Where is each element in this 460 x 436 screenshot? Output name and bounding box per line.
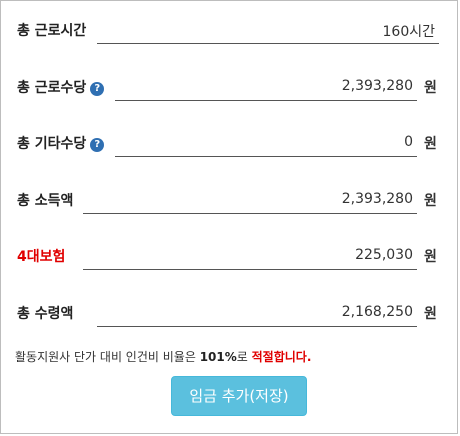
row-total-net-pay: 총 수령액 2,168,250 원: [1, 297, 459, 327]
row-social-insurance: 4대보험 225,030 원: [1, 240, 459, 270]
add-wage-save-button[interactable]: 임금 추가(저장): [171, 376, 307, 416]
total-work-allowance-label-wrap: 총 근로수당?: [17, 77, 105, 97]
total-other-allowance-label: 총 기타수당: [17, 136, 87, 152]
row-total-other-allowance: 총 기타수당? 0 원: [1, 127, 459, 157]
total-work-allowance-value: 2,393,280: [341, 78, 413, 94]
social-insurance-label: 4대보험: [17, 249, 66, 265]
total-other-allowance-value: 0: [404, 134, 413, 150]
total-income-value: 2,393,280: [341, 191, 413, 207]
total-work-hours-label: 총 근로시간: [17, 23, 87, 39]
total-work-allowance-unit: 원: [424, 80, 437, 96]
social-insurance-unit: 원: [424, 249, 437, 265]
total-work-hours-value: 160시간: [382, 24, 435, 40]
total-net-pay-field[interactable]: 2,168,250: [97, 297, 417, 327]
total-other-allowance-label-wrap: 총 기타수당?: [17, 133, 105, 153]
total-work-allowance-label: 총 근로수당: [17, 80, 87, 96]
total-work-hours-field[interactable]: 160시간: [97, 14, 439, 44]
total-work-allowance-field[interactable]: 2,393,280: [115, 71, 417, 101]
total-other-allowance-unit: 원: [424, 136, 437, 152]
ratio-middle: 로: [236, 350, 252, 364]
social-insurance-field[interactable]: 225,030: [83, 240, 417, 270]
total-income-label: 총 소득액: [17, 193, 74, 209]
labor-cost-ratio-message: 활동지원사 단가 대비 인건비 비율은 101%로 적절합니다.: [15, 348, 311, 365]
total-net-pay-value: 2,168,250: [341, 304, 413, 320]
total-net-pay-label: 총 수령액: [17, 306, 74, 322]
ratio-prefix: 활동지원사 단가 대비 인건비 비율은: [15, 350, 200, 364]
total-other-allowance-field[interactable]: 0: [115, 127, 417, 157]
total-income-field[interactable]: 2,393,280: [83, 184, 417, 214]
help-icon[interactable]: ?: [90, 138, 105, 152]
social-insurance-value: 225,030: [355, 247, 413, 263]
row-total-income: 총 소득액 2,393,280 원: [1, 184, 459, 214]
wage-summary-panel: 총 근로시간 160시간 총 근로수당? 2,393,280 원 총 기타수당?…: [0, 0, 458, 434]
total-income-unit: 원: [424, 193, 437, 209]
ratio-percent: 101%: [199, 350, 237, 364]
help-icon[interactable]: ?: [90, 82, 105, 96]
row-total-work-hours: 총 근로시간 160시간: [1, 14, 459, 44]
ratio-status: 적절합니다.: [251, 350, 312, 364]
total-net-pay-unit: 원: [424, 306, 437, 322]
row-total-work-allowance: 총 근로수당? 2,393,280 원: [1, 71, 459, 101]
